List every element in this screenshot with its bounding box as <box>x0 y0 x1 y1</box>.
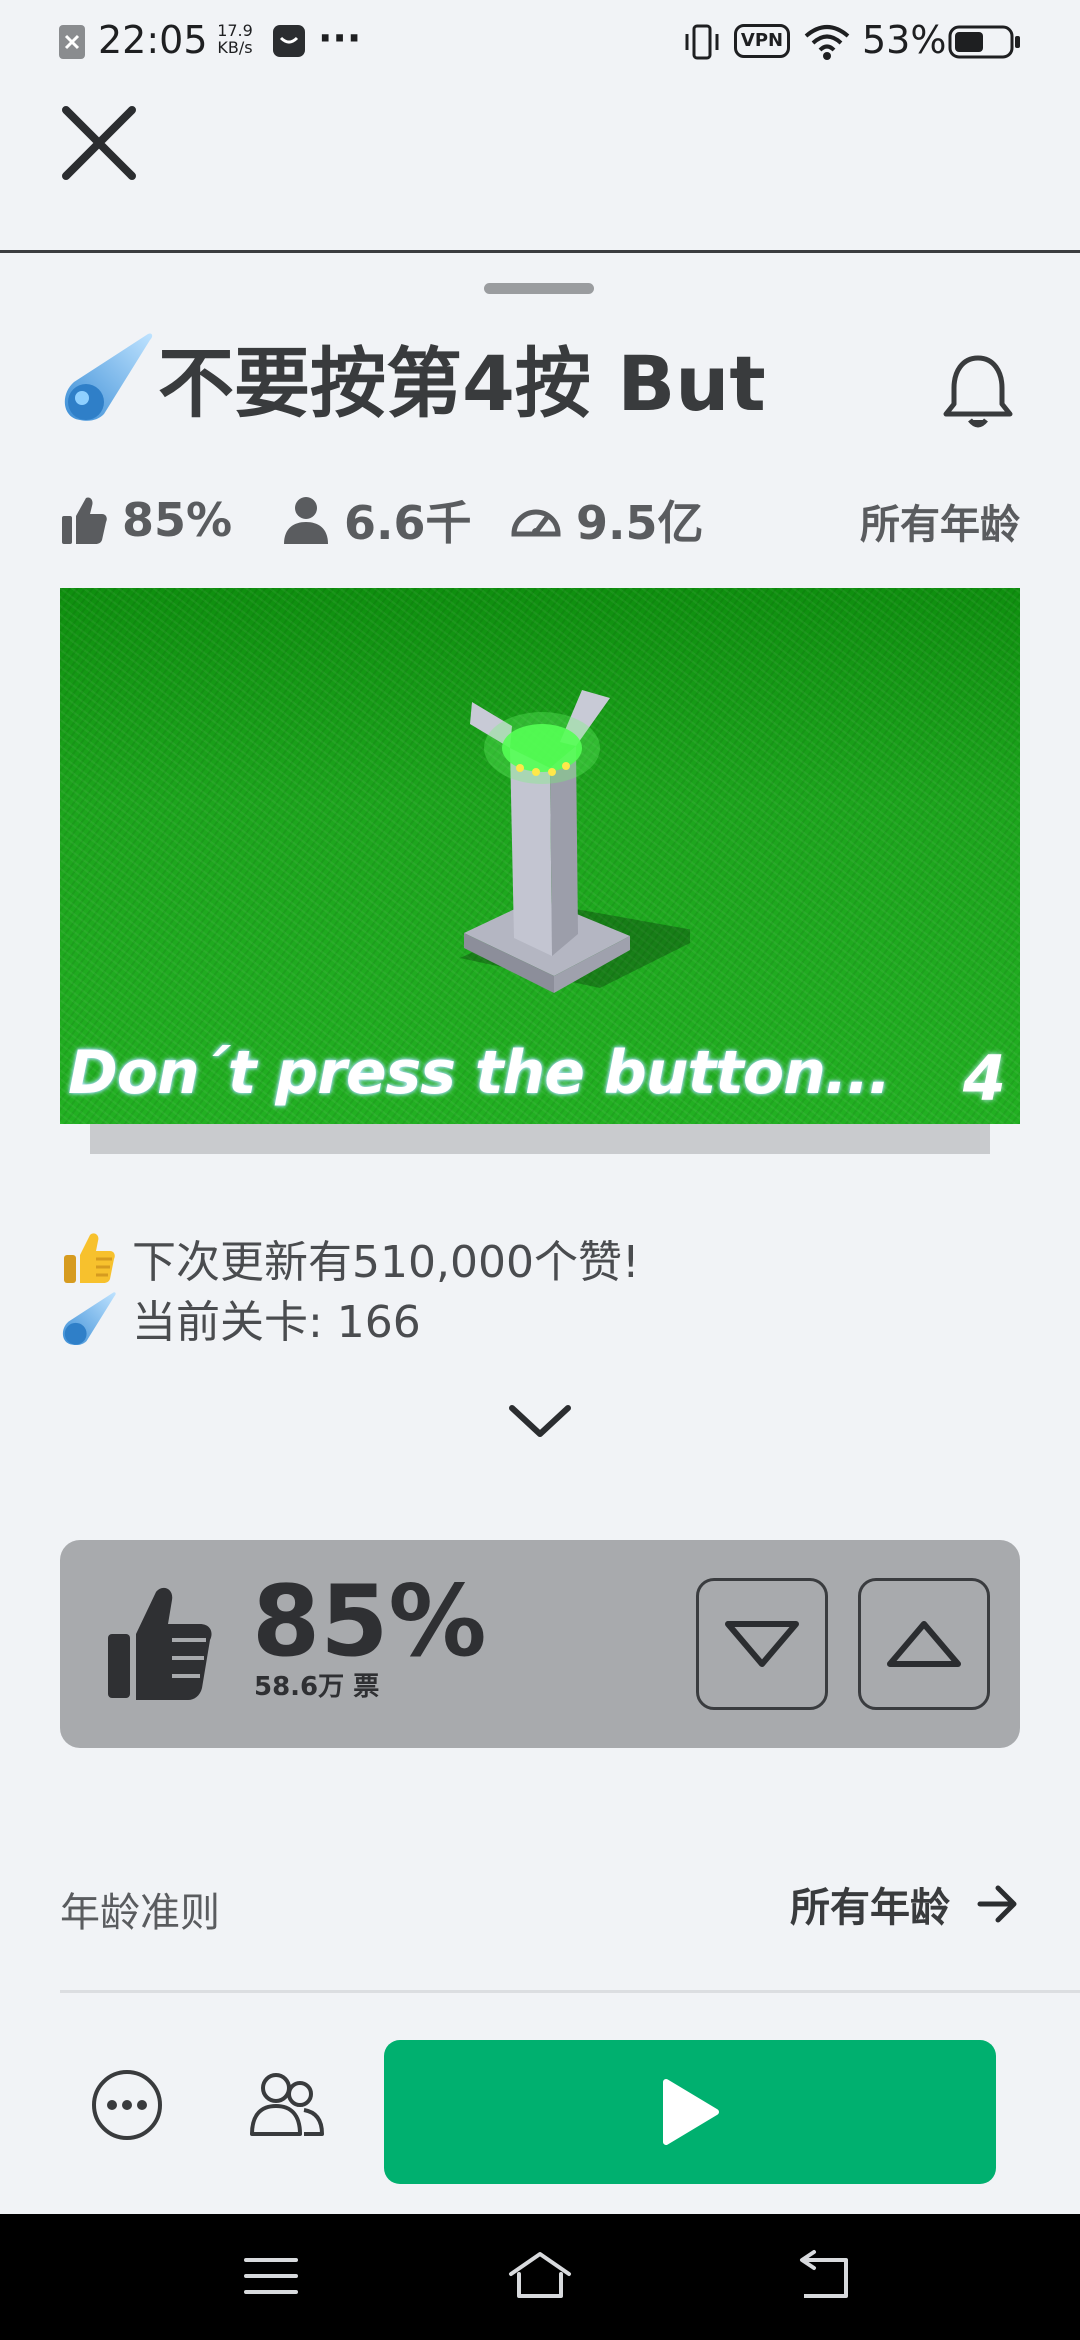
person-icon <box>284 497 328 544</box>
vote-count: 58.6万 票 <box>254 1672 380 1702</box>
status-time: 22:05 <box>98 18 208 62</box>
system-nav-bar <box>0 2214 1080 2340</box>
arrow-right-icon <box>977 1885 1017 1923</box>
divider <box>60 1990 1080 1993</box>
comet-icon <box>64 333 153 421</box>
app-notification-icon <box>273 25 305 57</box>
status-more: ··· <box>318 16 362 60</box>
net-speed-value: 17.9 <box>217 21 253 40</box>
game-title: 不要按第4按 But <box>158 339 766 428</box>
description-line-2: 当前关卡: 166 <box>60 1288 421 1348</box>
stat-visits-value: 9.5亿 <box>576 496 704 550</box>
stat-visits: 9.5亿 <box>510 488 704 552</box>
age-guidelines-label: 年龄准则 <box>60 1890 220 1936</box>
vpn-badge: VPN <box>734 24 790 58</box>
vote-panel: 85% 58.6万 票 <box>60 1540 1020 1748</box>
speedometer-icon <box>511 509 561 537</box>
thumbnail-badge: 4 <box>962 1042 1006 1115</box>
header-divider <box>0 250 1080 253</box>
thumbnail-caption: Don´t press the button... <box>68 1038 891 1108</box>
net-speed-unit: KB/s <box>217 38 253 57</box>
friends-icon[interactable] <box>246 2068 326 2142</box>
home-icon[interactable] <box>505 2244 575 2308</box>
play-button[interactable] <box>384 2040 996 2184</box>
battery-percent: 53% <box>862 18 947 62</box>
close-icon[interactable] <box>56 100 142 186</box>
more-icon[interactable] <box>90 2068 164 2142</box>
description-text-1: 下次更新有510,000个赞! <box>132 1237 640 1288</box>
age-guidelines-value: 所有年龄 <box>790 1885 950 1931</box>
thumbs-up-arrow-icon <box>887 1621 961 1667</box>
stat-players-value: 6.6千 <box>344 496 472 550</box>
vibrate-icon <box>685 24 719 60</box>
thumbs-up-emoji-icon <box>64 1233 115 1283</box>
game-thumbnail[interactable]: Don´t press the button... 4 <box>60 588 1020 1124</box>
stat-players: 6.6千 <box>282 488 472 552</box>
comet-emoji-icon <box>62 1292 116 1346</box>
vote-down-button[interactable] <box>696 1578 828 1710</box>
bell-icon[interactable] <box>940 352 1016 432</box>
menu-icon[interactable] <box>236 2244 306 2308</box>
stat-rating-value: 85% <box>122 493 233 547</box>
battery-icon <box>948 25 1020 59</box>
description-line-1: 下次更新有510,000个赞! <box>60 1228 640 1288</box>
vote-percent: 85% <box>252 1565 487 1679</box>
drag-handle[interactable] <box>484 283 594 294</box>
description-text-2: 当前关卡: 166 <box>132 1297 421 1348</box>
thumbs-down-icon <box>725 1621 799 1667</box>
age-guidelines-link[interactable]: 所有年龄 <box>790 1872 1020 1936</box>
back-icon[interactable] <box>790 2244 860 2308</box>
carousel-indicator <box>90 1124 990 1154</box>
vote-up-button[interactable] <box>858 1578 990 1710</box>
notification-x-icon <box>59 25 85 59</box>
status-bar: 22:05 17.9 KB/s ··· VPN 53% <box>0 0 1080 84</box>
chevron-down-icon[interactable] <box>506 1398 574 1444</box>
thumb-up-icon <box>62 497 107 544</box>
thumb-up-icon <box>108 1587 212 1700</box>
stat-rating: 85% <box>60 488 232 552</box>
pedestal-illustration <box>460 690 690 993</box>
play-icon <box>663 2079 719 2145</box>
stat-age-rating: 所有年龄 <box>860 502 1020 548</box>
wifi-icon <box>804 25 850 60</box>
